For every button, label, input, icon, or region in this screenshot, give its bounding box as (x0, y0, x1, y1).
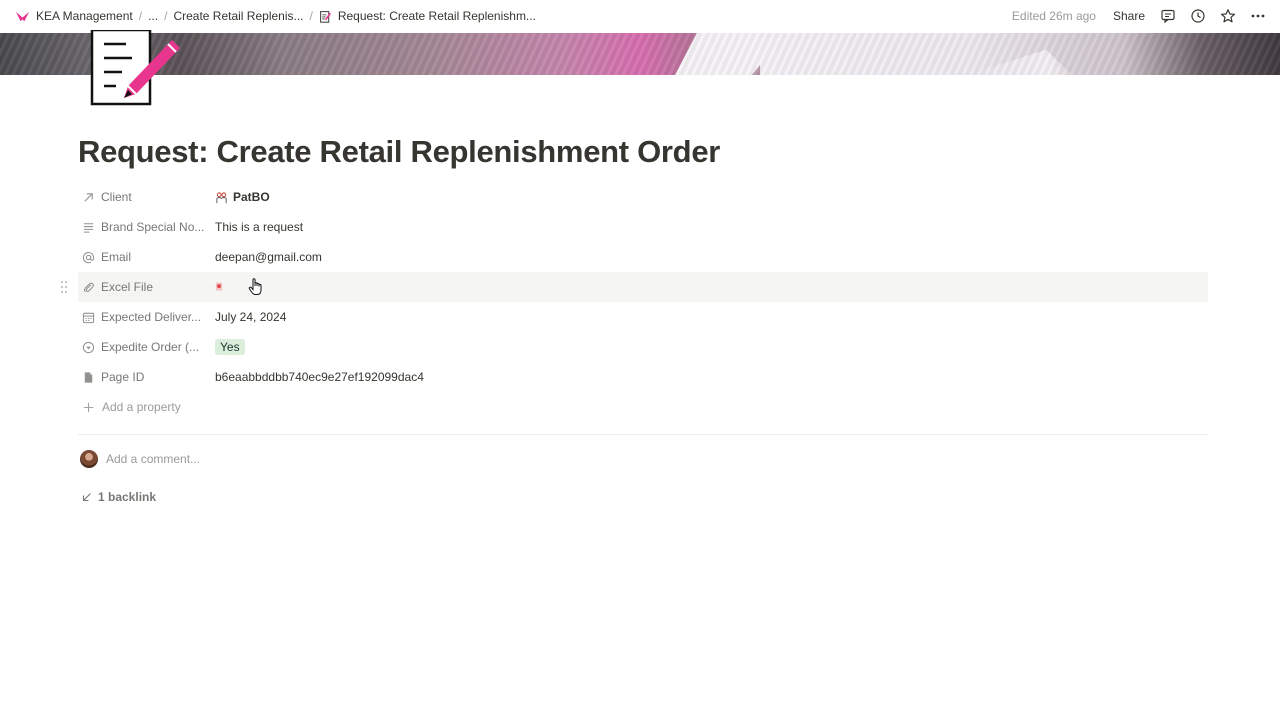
plus-icon (83, 402, 94, 412)
arrow-down-left-icon (82, 493, 91, 502)
property-label-excel-file[interactable]: Excel File (78, 280, 209, 294)
hand-cursor-icon (248, 278, 262, 295)
property-label-text: Expected Deliver... (101, 310, 202, 324)
backlinks-label: 1 backlink (98, 490, 157, 504)
client-page-icon (216, 191, 227, 203)
expedite-tag[interactable]: Yes (215, 339, 245, 355)
clock-icon (1191, 9, 1205, 23)
property-row-page-id[interactable]: Page ID b6eaabbddbb740ec9e27ef192099dac4 (78, 362, 1208, 392)
comment-input[interactable]: Add a comment... (106, 452, 200, 466)
property-label-text: Email (101, 250, 132, 264)
breadcrumb-ellipsis[interactable]: ... (145, 7, 161, 25)
property-label-expedite[interactable]: Expedite Order (... (78, 340, 209, 354)
cover-highlight (675, 33, 785, 75)
page-title[interactable]: Request: Create Retail Replenishment Ord… (78, 134, 720, 170)
topbar-actions: Edited 26m ago Share (1012, 4, 1270, 28)
breadcrumb-separator: / (164, 9, 168, 23)
add-property-label: Add a property (102, 400, 181, 414)
comment-icon (1161, 9, 1175, 24)
property-label-expected-delivery[interactable]: Expected Deliver... (78, 310, 209, 324)
cover-sky (760, 33, 1280, 75)
history-button[interactable] (1186, 4, 1210, 28)
topbar: KEA Management / ... / Create Retail Rep… (0, 0, 1280, 32)
breadcrumb-workspace[interactable]: KEA Management (12, 7, 136, 26)
comment-composer[interactable]: Add a comment... (80, 450, 200, 468)
file-attachment-icon[interactable] (215, 282, 224, 292)
property-value-excel-file[interactable] (209, 282, 224, 292)
property-label-text: Expedite Order (... (101, 340, 200, 354)
user-avatar (80, 450, 98, 468)
kea-logo-icon (15, 11, 30, 21)
property-row-email[interactable]: Email deepan@gmail.com (78, 242, 1208, 272)
breadcrumb-ellipsis-label: ... (148, 9, 159, 23)
paperclip-icon (83, 282, 94, 292)
text-lines-icon (83, 222, 94, 233)
property-label-text: Excel File (101, 280, 154, 294)
breadcrumb-separator: / (138, 9, 143, 23)
property-row-client[interactable]: Client PatBO (78, 182, 1208, 212)
property-value-expected-delivery[interactable]: July 24, 2024 (209, 310, 286, 324)
edited-timestamp: Edited 26m ago (1011, 9, 1096, 23)
breadcrumb-workspace-label: KEA Management (36, 9, 133, 23)
breadcrumb-parent-label: Create Retail Replenis... (173, 9, 304, 23)
property-label-client[interactable]: Client (78, 190, 209, 204)
property-label-brand-notes[interactable]: Brand Special No... (78, 220, 209, 234)
property-value-email[interactable]: deepan@gmail.com (209, 250, 322, 264)
request-doc-icon (319, 10, 331, 23)
page-request-doc-icon[interactable] (84, 30, 184, 110)
page-cover[interactable] (0, 33, 1280, 75)
relation-arrow-icon (84, 192, 93, 202)
property-label-email[interactable]: Email (78, 250, 209, 264)
property-value-brand-notes[interactable]: This is a request (209, 220, 303, 234)
property-row-expected-delivery[interactable]: Expected Deliver... July 24, 2024 (78, 302, 1208, 332)
property-row-expedite[interactable]: Expedite Order (... Yes (78, 332, 1208, 362)
property-value-page-id[interactable]: b6eaabbddbb740ec9e27ef192099dac4 (209, 370, 424, 384)
property-label-page-id[interactable]: Page ID (78, 370, 209, 384)
breadcrumb-current-label: Request: Create Retail Replenishm... (337, 9, 536, 23)
more-horizontal-icon (1251, 14, 1265, 18)
star-icon (1221, 9, 1235, 23)
drag-handle-icon[interactable] (60, 280, 68, 294)
calendar-icon (82, 312, 95, 323)
property-label-text: Page ID (101, 370, 145, 384)
add-property-button[interactable]: Add a property (78, 392, 1208, 422)
brand-notes-text: This is a request (215, 220, 304, 234)
comments-button[interactable] (1156, 4, 1180, 28)
properties-divider (78, 434, 1208, 435)
select-circle-icon (82, 341, 95, 353)
page-file-icon (84, 371, 93, 383)
properties-list: Client PatBO Brand Special No... This is… (61, 182, 1208, 422)
email-link[interactable]: deepan@gmail.com (215, 250, 322, 264)
breadcrumb: KEA Management / ... / Create Retail Rep… (12, 7, 539, 26)
property-value-client[interactable]: PatBO (209, 190, 270, 204)
expected-delivery-date: July 24, 2024 (215, 310, 287, 324)
property-row-excel-file[interactable]: Excel File (61, 272, 1208, 302)
breadcrumb-current[interactable]: Request: Create Retail Replenishm... (316, 7, 539, 25)
breadcrumb-separator: / (309, 9, 313, 23)
favorite-button[interactable] (1216, 4, 1240, 28)
more-button[interactable] (1246, 4, 1270, 28)
property-label-text: Client (101, 190, 132, 204)
page-id-text: b6eaabbddbb740ec9e27ef192099dac4 (215, 370, 424, 384)
property-row-brand-notes[interactable]: Brand Special No... This is a request (78, 212, 1208, 242)
property-value-expedite[interactable]: Yes (209, 339, 245, 355)
share-button[interactable]: Share (1108, 7, 1150, 25)
breadcrumb-parent[interactable]: Create Retail Replenis... (170, 7, 306, 25)
at-sign-icon (82, 251, 95, 263)
backlinks-toggle[interactable]: 1 backlink (82, 490, 156, 504)
client-link[interactable]: PatBO (233, 190, 270, 204)
property-label-text: Brand Special No... (101, 220, 205, 234)
